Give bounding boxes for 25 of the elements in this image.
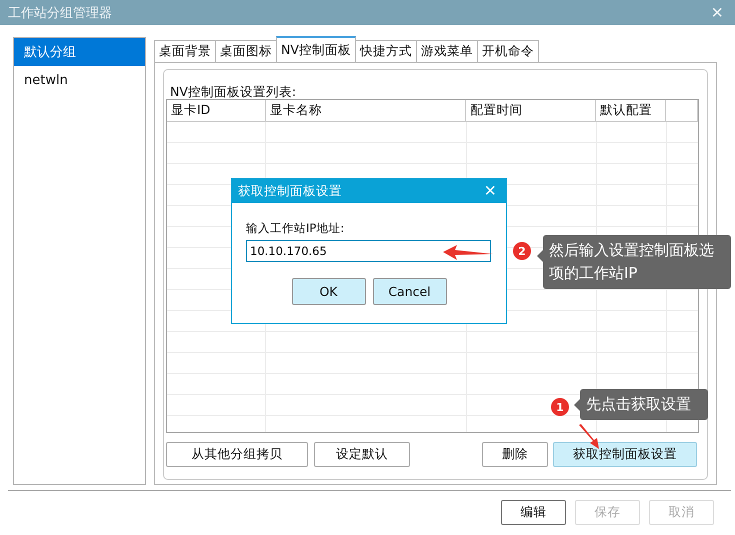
window-title: 工作站分组管理器 (8, 4, 112, 22)
action-button[interactable]: 删除 (482, 442, 548, 467)
list-label: NV控制面板设置列表: (170, 84, 298, 99)
ip-input-field[interactable]: 10.10.170.65 (246, 240, 491, 262)
dialog-button[interactable]: Cancel (372, 278, 446, 305)
column-header[interactable]: 配置时间 (466, 100, 596, 121)
dialog-title: 获取控制面板设置 (238, 182, 342, 200)
group-item[interactable]: netwln (14, 66, 145, 94)
group-item[interactable]: 默认分组 (14, 38, 145, 66)
callout: 然后输入设置控制面板选项的工作站IP (543, 235, 731, 289)
arrow-icon (443, 245, 493, 261)
step-badge: 1 (551, 398, 569, 416)
column-header[interactable]: 显卡名称 (266, 100, 466, 121)
action-button[interactable]: 从其他分组拷贝 (166, 442, 308, 467)
tab[interactable]: 开机命令 (476, 40, 539, 62)
column-header[interactable]: 默认配置 (596, 100, 666, 121)
action-button[interactable]: 设定默认 (314, 442, 410, 467)
field-label: 输入工作站IP地址: (246, 221, 346, 235)
column-header[interactable]: 显卡ID (167, 100, 266, 121)
step-badge: 2 (513, 242, 531, 260)
tab[interactable]: 桌面背景 (154, 40, 216, 62)
action-button[interactable]: 获取控制面板设置 (553, 442, 697, 467)
callout: 先点击获取设置 (580, 389, 708, 420)
dialog-button[interactable]: OK (292, 278, 366, 305)
footer-button[interactable]: 编辑 (501, 500, 566, 525)
